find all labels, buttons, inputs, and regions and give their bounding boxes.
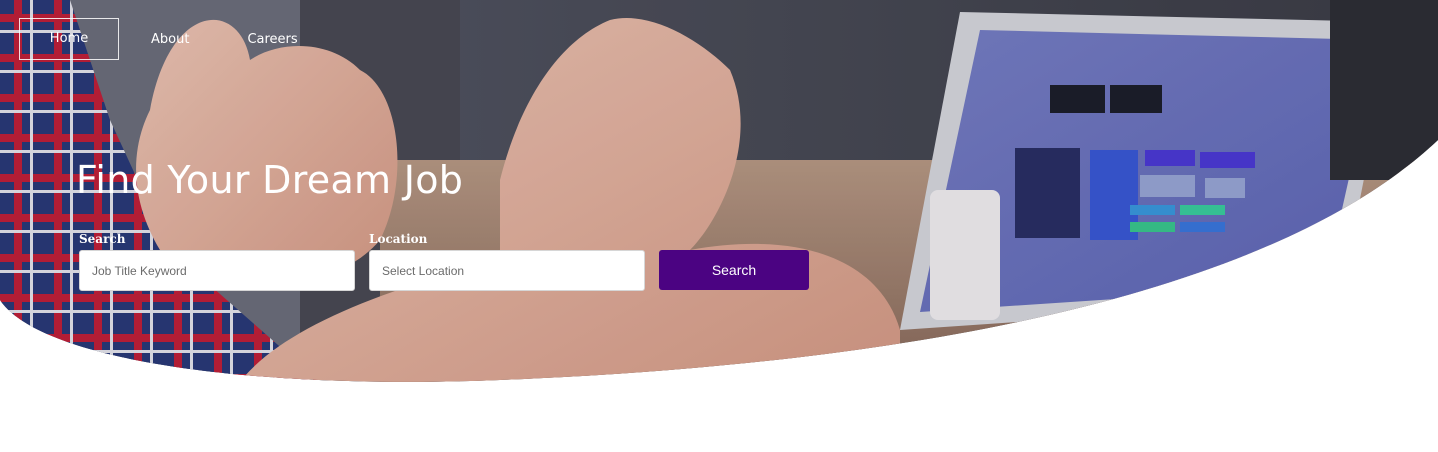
job-keyword-input[interactable] xyxy=(79,250,355,291)
page: Home About Careers Find Your Dream Job S… xyxy=(0,0,1438,452)
search-button[interactable]: Search xyxy=(659,250,809,290)
hero-banner: Home About Careers Find Your Dream Job S… xyxy=(0,0,1438,382)
main-nav: Home About Careers xyxy=(19,18,298,60)
nav-item-careers[interactable]: Careers xyxy=(247,32,297,47)
search-label: Search xyxy=(79,232,126,246)
location-input[interactable] xyxy=(369,250,645,291)
location-label: Location xyxy=(369,232,428,246)
hero-title: Find Your Dream Job xyxy=(76,158,464,202)
nav-item-about[interactable]: About xyxy=(151,32,189,47)
nav-item-home[interactable]: Home xyxy=(19,18,119,60)
